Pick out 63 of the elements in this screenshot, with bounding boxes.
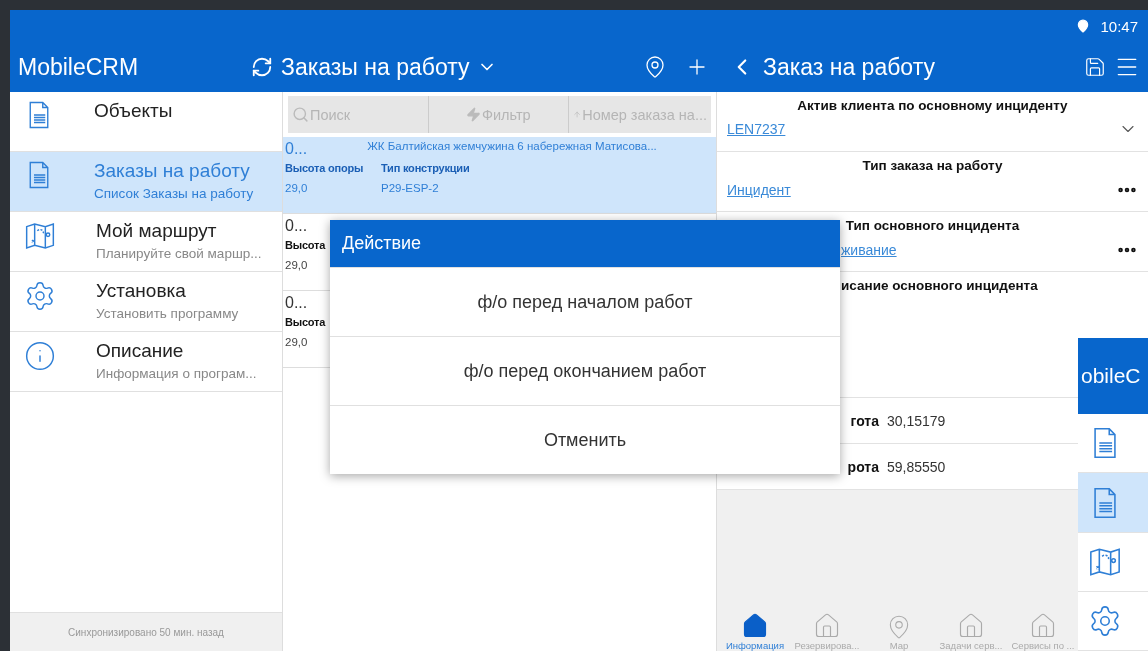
location-icon xyxy=(1076,19,1091,33)
background-window-title: obileC xyxy=(1078,338,1148,415)
sidebar-item[interactable]: Заказы на работу Список Заказы на работу xyxy=(10,152,282,212)
bottom-tab[interactable]: Резервирова... xyxy=(791,609,863,651)
order-number: 0... xyxy=(285,217,308,235)
lightning-icon xyxy=(465,107,481,122)
order-number: 0... xyxy=(285,294,308,312)
location-icon[interactable] xyxy=(643,55,667,79)
save-icon[interactable] xyxy=(1084,56,1106,78)
bottom-tab[interactable]: Информация xyxy=(719,609,791,651)
field-label: рота xyxy=(846,458,879,475)
field-label: Тип основного инцидента xyxy=(844,218,1021,233)
map-icon xyxy=(24,220,56,252)
info-icon xyxy=(24,340,56,372)
bottom-tab[interactable]: Задачи серв... xyxy=(935,609,1007,651)
field-value: 29,0 xyxy=(285,259,309,271)
dialog-option[interactable]: Отменить xyxy=(330,405,840,474)
field-label: Высота опоры xyxy=(285,161,365,175)
field-label: гота xyxy=(849,412,879,429)
sidebar-item-title: Установка xyxy=(96,280,187,302)
order-address: ЖК Балтийская жемчужина 6 набережная Матисова... xyxy=(367,140,657,152)
field-label: Тип заказа на работу xyxy=(861,158,1004,173)
home-icon xyxy=(813,612,841,640)
order-number: 0... xyxy=(285,140,308,158)
field-label: Высота xyxy=(285,315,327,329)
clock-time: 10:47 xyxy=(1100,17,1138,35)
field-value: 30,15179 xyxy=(887,412,946,429)
settings-icon xyxy=(1088,603,1122,638)
field-label: Тип конструкции xyxy=(381,161,471,175)
settings-icon xyxy=(24,280,56,312)
sync-status: Синхронизировано 50 мин. назад xyxy=(68,626,224,638)
sync-icon[interactable] xyxy=(251,56,273,78)
home-icon xyxy=(741,612,769,640)
bottom-tab[interactable]: Сервисы по ... xyxy=(1007,609,1079,651)
field-link[interactable]: живание xyxy=(841,242,897,258)
field-value: 59,85550 xyxy=(887,458,946,475)
sidebar-item-subtitle: Список Заказы на работу xyxy=(94,186,254,201)
dialog-title: Действие xyxy=(330,220,840,267)
sidebar-item[interactable] xyxy=(1078,473,1148,533)
list-row[interactable]: 0... ЖК Балтийская жемчужина 6 набережная Матисова... Высота опоры 29,0 Тип конструкции P29-ESP-2 xyxy=(283,137,716,214)
bottom-tab[interactable]: Мар xyxy=(863,609,935,651)
field-value: 29,0 xyxy=(285,336,309,348)
field-link[interactable]: LEN7237 xyxy=(727,121,786,137)
field-label: Актив клиента по основному инциденту xyxy=(796,98,1069,113)
field-value: 29,0 xyxy=(285,182,309,194)
home-icon xyxy=(957,612,985,640)
sidebar-item-subtitle: Установить программу xyxy=(96,306,239,321)
dialog-option[interactable]: ф/о перед началом работ xyxy=(330,267,840,336)
app-title: MobileCRM xyxy=(18,53,139,81)
sidebar-item-title: Описание xyxy=(96,340,185,362)
search-icon xyxy=(292,106,309,123)
field-link[interactable]: Инцидент xyxy=(727,182,791,198)
dialog-option[interactable]: ф/о перед окончанием работ xyxy=(330,336,840,405)
sidebar-item-title: Объекты xyxy=(94,100,173,122)
sidebar-item-subtitle: Информация о програм... xyxy=(96,366,257,381)
sidebar-item-title: Мой маршрут xyxy=(96,220,218,242)
sidebar-item-subtitle: Планируйте свой маршр... xyxy=(96,246,262,261)
home-icon xyxy=(1029,612,1057,640)
field-value: P29-ESP-2 xyxy=(381,182,440,194)
sidebar-item-title: Заказы на работу xyxy=(94,160,251,182)
field-label: исание основного инцидента xyxy=(840,278,1039,293)
list-title[interactable]: Заказы на работу xyxy=(281,53,470,81)
detail-title: Заказ на работу xyxy=(763,53,935,81)
